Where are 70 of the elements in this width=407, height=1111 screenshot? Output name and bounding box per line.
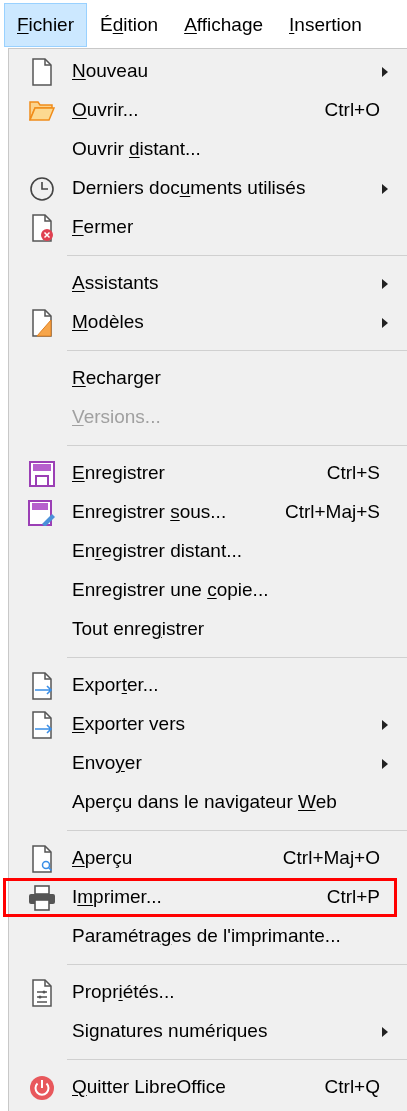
menu-item-label: Exporter vers (72, 712, 186, 737)
folder-icon (29, 99, 55, 122)
menu-item-label: Fermer (72, 215, 135, 240)
menu-item[interactable]: Paramétrages de l'imprimante... (3, 917, 397, 956)
menu-bar-item[interactable]: Édition (87, 3, 172, 47)
menu-bar-item[interactable]: Affichage (171, 3, 277, 47)
menu-item[interactable]: Fermer (3, 208, 397, 247)
printer-icon (28, 884, 56, 911)
shortcut-text: Ctrl+Q (324, 1075, 380, 1100)
menu-item-label: Assistants (72, 271, 160, 296)
menu-item-label: Derniers documents utilisés (72, 176, 307, 201)
menu-item-label: Tout enregistrer (72, 617, 206, 642)
menu-item[interactable]: Enregistrer sous... Ctrl+Maj+S (3, 493, 397, 532)
menu-item-label: Recharger (72, 366, 162, 391)
menu-item-label: Propriétés... (72, 980, 176, 1005)
menu-item-label: Exporter... (72, 673, 160, 698)
document-export-icon (31, 671, 53, 700)
document-preview-icon (31, 844, 53, 873)
save-as-icon (28, 499, 56, 526)
menu-item-label: Signatures numériques (72, 1019, 269, 1044)
menu-item-label: Ouvrir distant... (72, 137, 202, 162)
clock-icon (29, 175, 55, 202)
menu-item-label: Imprimer... (72, 885, 163, 910)
menu-item[interactable]: Aperçu Ctrl+Maj+O (3, 839, 397, 878)
menu-item[interactable]: Tout enregistrer (3, 610, 397, 649)
menu-item-label: Ouvrir... (72, 98, 140, 123)
menu-item[interactable]: Enregistrer distant... (3, 532, 397, 571)
shortcut-text: Ctrl+S (326, 461, 380, 486)
shortcut-text: Ctrl+P (326, 885, 380, 910)
menu-item[interactable]: Enregistrer une copie... (3, 571, 397, 610)
shortcut-text: Ctrl+Maj+S (284, 500, 380, 525)
menu-item-label: Aperçu (72, 846, 134, 871)
menu-item-label: Enregistrer une copie... (72, 578, 270, 603)
menu-item-label: Modèles (72, 310, 145, 335)
menu-item[interactable]: Exporter vers (3, 705, 397, 744)
menu-item-label: Enregistrer sous... (72, 500, 228, 525)
menu-item[interactable]: Imprimer... Ctrl+P (3, 878, 397, 917)
menu-item[interactable]: Modèles (3, 303, 397, 342)
menu-bar-item[interactable]: Fichier (4, 3, 87, 47)
menu-bar-item[interactable]: Insertion (276, 3, 375, 47)
menu-item[interactable]: Signatures numériques (3, 1012, 397, 1051)
menu-item[interactable]: Recharger (3, 359, 397, 398)
menu-item[interactable]: Ouvrir... Ctrl+O (3, 91, 397, 130)
menu-item-label: Quitter LibreOffice (72, 1075, 227, 1100)
menu-item[interactable]: Ouvrir distant... (3, 130, 397, 169)
menu-item-label: Envoyer (72, 751, 143, 776)
menu-item[interactable]: Exporter... (3, 666, 397, 705)
menu-item-label: Paramétrages de l'imprimante... (72, 924, 342, 949)
document-export-icon (31, 710, 53, 739)
menu-item[interactable]: Aperçu dans le navigateur Web (3, 783, 397, 822)
shortcut-text: Ctrl+Maj+O (282, 846, 380, 871)
save-icon (29, 460, 55, 487)
menu-item-label: Nouveau (72, 59, 150, 84)
menu-item-label: Versions... (72, 405, 162, 430)
menu-item[interactable]: Propriétés... (3, 973, 397, 1012)
menu-item-label: Enregistrer distant... (72, 539, 244, 564)
document-icon (31, 57, 53, 86)
menu-item-label: Enregistrer (72, 461, 166, 486)
template-icon (31, 308, 53, 337)
menu-item[interactable]: Assistants (3, 264, 397, 303)
menu-item[interactable]: Enregistrer Ctrl+S (3, 454, 397, 493)
menu-item[interactable]: Quitter LibreOffice Ctrl+Q (3, 1068, 397, 1107)
document-properties-icon (31, 978, 53, 1007)
menu-item[interactable]: Nouveau (3, 52, 397, 91)
menu-item-label: Aperçu dans le navigateur Web (72, 790, 338, 815)
menu-item[interactable]: Derniers documents utilisés (3, 169, 397, 208)
shortcut-text: Ctrl+O (324, 98, 380, 123)
power-icon (29, 1074, 55, 1101)
menu-item[interactable]: Envoyer (3, 744, 397, 783)
document-close-icon (31, 213, 53, 242)
